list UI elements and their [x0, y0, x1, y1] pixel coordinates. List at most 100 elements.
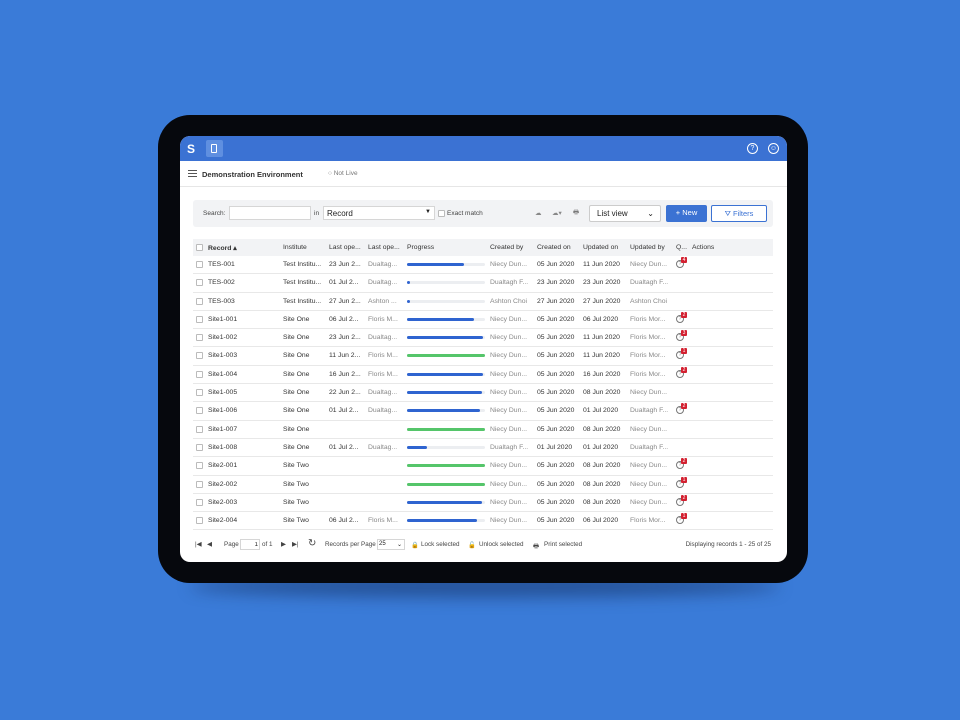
table-row[interactable]: Site2-004 Site Two 06 Jul 2... Floris M... N…	[193, 512, 773, 531]
next-page-icon[interactable]: ▶	[281, 541, 286, 548]
row-checkbox[interactable]	[196, 480, 203, 488]
last-page-icon[interactable]: ▶|	[292, 541, 298, 548]
table-row[interactable]: TES-003 Test Institu... 27 Jun 2... Ashton …	[193, 293, 773, 311]
progress-bar	[407, 519, 485, 523]
row-checkbox[interactable]	[196, 462, 203, 470]
unlock-selected-button[interactable]: Unlock selected	[479, 541, 523, 548]
cell-updated-by: Floris Mor...	[630, 517, 666, 525]
user-icon[interactable]: ☺	[768, 143, 779, 154]
table-row[interactable]: Site1-007 Site One Niecy Dun... 05 Jun 2020…	[193, 421, 773, 439]
column-header-actions[interactable]: Actions	[692, 244, 714, 251]
table-row[interactable]: Site1-006 Site One 01 Jul 2... Dualtag... Ni…	[193, 402, 773, 421]
filters-button[interactable]: ⛛ Filters	[711, 205, 767, 222]
row-checkbox[interactable]	[196, 370, 203, 378]
cell-updated-by: Niecy Dun...	[630, 261, 668, 268]
cell-updated-on: 11 Jun 2020	[583, 352, 620, 360]
progress-fill	[407, 427, 485, 431]
table-row[interactable]: Site2-003 Site Two Niecy Dun... 05 Jun 2020…	[193, 494, 773, 513]
help-icon[interactable]: ?	[747, 143, 758, 154]
row-checkbox[interactable]	[196, 352, 203, 360]
table-row[interactable]: TES-001 Test Institu... 23 Jun 2... Dualtag…	[193, 256, 773, 275]
progress-fill	[407, 263, 464, 266]
prev-page-icon[interactable]: ◀	[207, 541, 212, 548]
column-header-updated-on[interactable]: Updated on	[583, 244, 618, 251]
cell-updated-on: 06 Jul 2020	[583, 315, 619, 323]
column-header-institute[interactable]: Institute	[283, 244, 307, 251]
progress-fill	[407, 482, 485, 486]
exact-match-checkbox[interactable]	[438, 210, 445, 217]
refresh-icon[interactable]: ↻	[308, 538, 316, 549]
progress-fill	[407, 500, 482, 504]
cell-record[interactable]: Site2-002	[208, 481, 237, 488]
progress-bar	[407, 482, 485, 486]
cell-updated-by: Floris Mor...	[630, 315, 666, 323]
cell-created-by: Niecy Dun...	[490, 352, 528, 360]
column-header-queries[interactable]: Q...	[676, 244, 687, 251]
cell-record[interactable]: Site1-007	[208, 426, 237, 433]
table-row[interactable]: Site1-008 Site One 01 Jul 2... Dualtag... Du…	[193, 439, 773, 458]
column-header-updated-by[interactable]: Updated by	[630, 244, 665, 251]
dropdown-arrow-icon: ⌄	[396, 542, 402, 548]
cell-updated-by: Dualtagh F...	[630, 407, 669, 415]
first-page-icon[interactable]: |◀	[195, 541, 201, 548]
device-view-button[interactable]	[206, 140, 223, 157]
print-selected-button[interactable]: Print selected	[544, 541, 582, 548]
print-icon[interactable]: 🖶	[573, 208, 579, 219]
column-header-record[interactable]: Record ▴	[208, 244, 237, 252]
column-header-created-by[interactable]: Created by	[490, 244, 523, 251]
table-row[interactable]: Site1-004 Site One 16 Jun 2... Floris M... N…	[193, 366, 773, 385]
cell-updated-on: 06 Jul 2020	[583, 517, 619, 525]
row-checkbox[interactable]	[196, 443, 203, 451]
cell-record[interactable]: Site1-001	[208, 316, 237, 323]
table-row[interactable]: TES-002 Test Institu... 01 Jul 2... Dualtag…	[193, 274, 773, 293]
cell-record[interactable]: Site1-008	[208, 444, 237, 451]
row-checkbox[interactable]	[196, 407, 203, 415]
row-checkbox[interactable]	[196, 498, 203, 506]
cell-record[interactable]: Site2-003	[208, 499, 237, 506]
row-checkbox[interactable]	[196, 334, 203, 342]
cell-record[interactable]: Site2-001	[208, 462, 237, 469]
cell-record[interactable]: Site1-004	[208, 371, 237, 378]
row-checkbox[interactable]	[196, 297, 203, 305]
table-row[interactable]: Site1-002 Site One 23 Jun 2... Dualtag... Ni…	[193, 329, 773, 348]
column-header-progress[interactable]: Progress	[407, 244, 434, 251]
cell-record[interactable]: Site1-006	[208, 407, 237, 414]
table-row[interactable]: Site2-002 Site Two Niecy Dun... 05 Jun 2020…	[193, 476, 773, 494]
upload-cloud-icon[interactable]: ☁	[535, 209, 542, 217]
records-per-page-select[interactable]: 25 ⌄	[377, 539, 405, 550]
row-checkbox[interactable]	[196, 279, 203, 287]
cell-record[interactable]: Site2-004	[208, 517, 237, 524]
column-header-last-opened-by[interactable]: Last ope...	[368, 244, 400, 251]
row-checkbox[interactable]	[196, 425, 203, 433]
cell-record[interactable]: Site1-003	[208, 352, 237, 359]
lock-selected-button[interactable]: Lock selected	[421, 541, 460, 548]
cell-updated-by: Ashton Choi	[630, 297, 668, 305]
table-row[interactable]: Site1-005 Site One 22 Jun 2... Dualtag... Ni…	[193, 384, 773, 403]
table-row[interactable]: Site1-001 Site One 06 Jul 2... Floris M... N…	[193, 311, 773, 330]
table-row[interactable]: Site2-001 Site Two Niecy Dun... 05 Jun 2020…	[193, 457, 773, 476]
cell-updated-on: 27 Jun 2020	[583, 297, 621, 305]
page-input[interactable]	[240, 539, 260, 550]
column-header-created-on[interactable]: Created on	[537, 244, 571, 251]
hamburger-menu-icon[interactable]	[188, 170, 197, 177]
search-field-select[interactable]: Record ▼	[323, 206, 435, 220]
new-record-button[interactable]: + New	[666, 205, 707, 222]
column-header-last-opened-date[interactable]: Last ope...	[329, 244, 361, 251]
table-row[interactable]: Site1-003 Site One 11 Jun 2... Floris M... N…	[193, 347, 773, 366]
app-logo[interactable]: S	[187, 142, 195, 156]
row-checkbox[interactable]	[196, 261, 203, 268]
row-checkbox[interactable]	[196, 517, 203, 525]
in-label: in	[314, 210, 320, 217]
cell-record[interactable]: TES-002	[208, 279, 235, 286]
query-count-badge: 2	[681, 366, 687, 373]
download-cloud-icon[interactable]: ☁▾	[552, 209, 562, 217]
view-select[interactable]: List view ⌄	[589, 205, 661, 222]
cell-record[interactable]: Site1-005	[208, 389, 237, 396]
select-all-checkbox[interactable]	[196, 244, 203, 251]
cell-record[interactable]: TES-003	[208, 298, 235, 305]
row-checkbox[interactable]	[196, 389, 203, 397]
cell-record[interactable]: TES-001	[208, 261, 235, 268]
row-checkbox[interactable]	[196, 315, 203, 323]
cell-record[interactable]: Site1-002	[208, 334, 237, 341]
search-input[interactable]	[229, 206, 311, 220]
